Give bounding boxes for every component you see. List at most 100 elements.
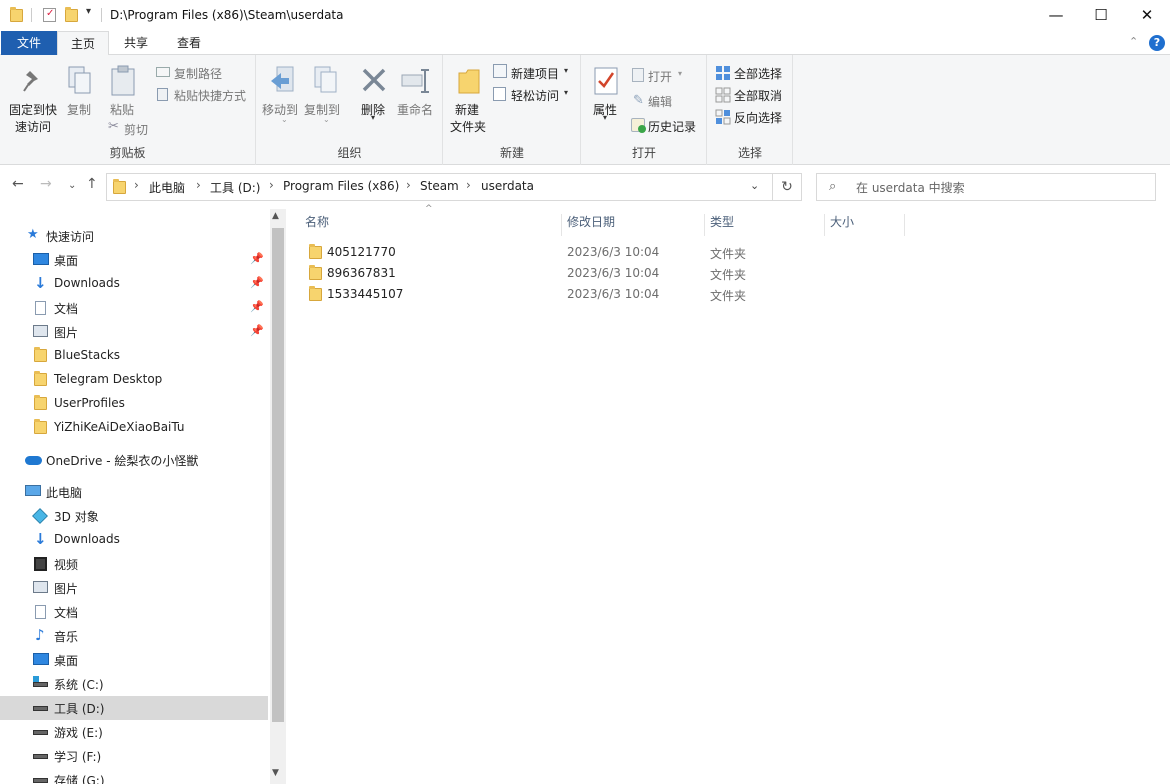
new-folder-label2[interactable]: 文件夹	[450, 118, 486, 135]
paste-shortcut-button[interactable]: 粘贴快捷方式	[174, 87, 246, 104]
column-header-size[interactable]: 大小	[825, 214, 905, 236]
breadcrumb-program-files[interactable]: Program Files (x86)	[283, 179, 399, 193]
nav-item-desktop-pc[interactable]: 桌面	[0, 648, 268, 672]
edit-button[interactable]: 编辑	[648, 93, 672, 110]
nav-item-drive-f[interactable]: 学习 (F:)	[0, 744, 268, 768]
nav-label: 视频	[54, 558, 79, 572]
nav-this-pc[interactable]: 此电脑	[0, 480, 268, 504]
select-none-icon	[715, 87, 731, 103]
select-all-button[interactable]: 全部选择	[734, 65, 782, 82]
properties-icon[interactable]	[594, 67, 618, 95]
rename-button[interactable]: 重命名	[397, 101, 433, 118]
breadcrumb-this-pc[interactable]: 此电脑	[149, 179, 185, 196]
copy-icon[interactable]	[67, 65, 93, 95]
nav-item-music[interactable]: ♪ 音乐	[0, 624, 268, 648]
new-item-button[interactable]: 新建项目	[511, 65, 559, 82]
tab-home[interactable]: 主页	[57, 31, 109, 56]
address-bar[interactable]: › 此电脑 › 工具 (D:) › Program Files (x86) › …	[106, 173, 773, 201]
select-none-button[interactable]: 全部取消	[734, 87, 782, 104]
paste-icon[interactable]	[110, 64, 136, 96]
forward-button[interactable]: →	[40, 176, 52, 192]
address-dropdown-icon[interactable]: ⌄	[750, 179, 759, 192]
copy-to-button[interactable]: 复制到	[304, 101, 340, 118]
recent-locations-icon[interactable]: ⌄	[68, 180, 76, 191]
nav-item-userprofiles[interactable]: UserProfiles	[0, 392, 268, 416]
easy-access-button[interactable]: 轻松访问	[511, 87, 559, 104]
tab-file[interactable]: 文件	[1, 31, 57, 55]
back-button[interactable]: ←	[12, 176, 24, 192]
new-folder-qat-icon[interactable]	[65, 7, 78, 22]
nav-item-pictures[interactable]: 图片 📌	[0, 320, 268, 344]
collapse-ribbon-icon[interactable]: ⌃	[1129, 35, 1138, 48]
column-header-date[interactable]: 修改日期	[562, 214, 705, 236]
document-icon	[35, 301, 46, 315]
star-icon: ★	[27, 227, 39, 242]
group-label-clipboard: 剪贴板	[109, 146, 146, 160]
pin-quick-access-label2[interactable]: 速访问	[15, 118, 51, 135]
up-button[interactable]: ↑	[86, 176, 98, 192]
nav-item-bluestacks[interactable]: BlueStacks	[0, 344, 268, 368]
group-select: 全部选择 全部取消 反向选择 选择	[708, 55, 793, 165]
breadcrumb-drive-d[interactable]: 工具 (D:)	[210, 179, 260, 196]
pin-icon[interactable]	[22, 69, 44, 93]
maximize-button[interactable]: ☐	[1078, 0, 1124, 30]
rename-icon[interactable]	[401, 67, 431, 95]
new-folder-button[interactable]: 新建	[455, 101, 479, 118]
edit-icon: ✎	[633, 93, 644, 108]
paste-button[interactable]: 粘贴	[110, 101, 134, 118]
file-name: 405121770	[327, 245, 396, 259]
close-button[interactable]: ✕	[1124, 0, 1170, 30]
move-to-icon[interactable]	[269, 65, 297, 97]
nav-item-downloads-pc[interactable]: ↓ Downloads	[0, 528, 268, 552]
copy-path-button[interactable]: 复制路径	[174, 65, 222, 82]
new-folder-icon[interactable]	[457, 67, 481, 95]
search-box[interactable]: ⌕ 在 userdata 中搜索	[816, 173, 1156, 201]
pin-quick-access-label[interactable]: 固定到快	[9, 101, 57, 118]
column-header-type[interactable]: 类型	[705, 214, 825, 236]
nav-scrollbar-thumb[interactable]	[272, 228, 284, 722]
nav-item-downloads[interactable]: ↓ Downloads 📌	[0, 272, 268, 296]
delete-icon[interactable]	[361, 67, 387, 93]
file-row[interactable]: 1533445107 2023/6/3 10:04 文件夹	[300, 284, 860, 305]
history-button[interactable]: 历史记录	[648, 118, 696, 135]
refresh-button[interactable]: ↻	[773, 173, 802, 201]
nav-item-pictures-pc[interactable]: 图片	[0, 576, 268, 600]
help-icon[interactable]: ?	[1149, 35, 1165, 51]
minimize-button[interactable]: —	[1033, 0, 1079, 30]
tab-share[interactable]: 共享	[111, 31, 161, 55]
scroll-down-icon[interactable]: ▼	[272, 768, 279, 778]
copy-button[interactable]: 复制	[67, 101, 91, 118]
qat-dropdown-icon[interactable]: ▾	[86, 6, 91, 17]
nav-item-3d-objects[interactable]: 3D 对象	[0, 504, 268, 528]
nav-item-telegram-desktop[interactable]: Telegram Desktop	[0, 368, 268, 392]
nav-onedrive[interactable]: OneDrive - 絵梨衣の小怪獣	[0, 448, 268, 472]
copy-to-icon[interactable]	[311, 65, 339, 97]
invert-selection-icon	[715, 109, 731, 125]
breadcrumb-steam[interactable]: Steam	[420, 179, 459, 193]
breadcrumb-userdata[interactable]: userdata	[481, 179, 534, 193]
cut-button[interactable]: 剪切	[124, 121, 148, 138]
invert-selection-button[interactable]: 反向选择	[734, 109, 782, 126]
nav-item-videos[interactable]: 视频	[0, 552, 268, 576]
scroll-up-icon[interactable]: ▲	[272, 211, 279, 221]
nav-quick-access[interactable]: ★ 快速访问	[0, 224, 268, 248]
properties-qat-icon[interactable]: ✓	[43, 8, 56, 22]
nav-item-documents[interactable]: 文档 📌	[0, 296, 268, 320]
desktop-icon	[33, 653, 49, 665]
nav-item-drive-e[interactable]: 游戏 (E:)	[0, 720, 268, 744]
file-row[interactable]: 405121770 2023/6/3 10:04 文件夹	[300, 242, 860, 263]
column-header-name[interactable]: 名称	[300, 214, 562, 236]
cube-icon	[32, 508, 48, 524]
nav-item-yizhikeaidexiaobaitu[interactable]: YiZhiKeAiDeXiaoBaiTu	[0, 416, 268, 440]
nav-item-drive-g[interactable]: 存储 (G:)	[0, 768, 268, 784]
nav-item-drive-c[interactable]: 系统 (C:)	[0, 672, 268, 696]
nav-item-desktop[interactable]: 桌面 📌	[0, 248, 268, 272]
open-button[interactable]: 打开	[648, 68, 672, 85]
paste-shortcut-icon	[157, 88, 168, 101]
move-to-button[interactable]: 移动到	[262, 101, 298, 118]
nav-item-documents-pc[interactable]: 文档	[0, 600, 268, 624]
file-row[interactable]: 896367831 2023/6/3 10:04 文件夹	[300, 263, 860, 284]
tab-view[interactable]: 查看	[163, 31, 215, 55]
pin-icon: 📌	[250, 324, 264, 337]
nav-item-drive-d[interactable]: 工具 (D:)	[0, 696, 268, 720]
